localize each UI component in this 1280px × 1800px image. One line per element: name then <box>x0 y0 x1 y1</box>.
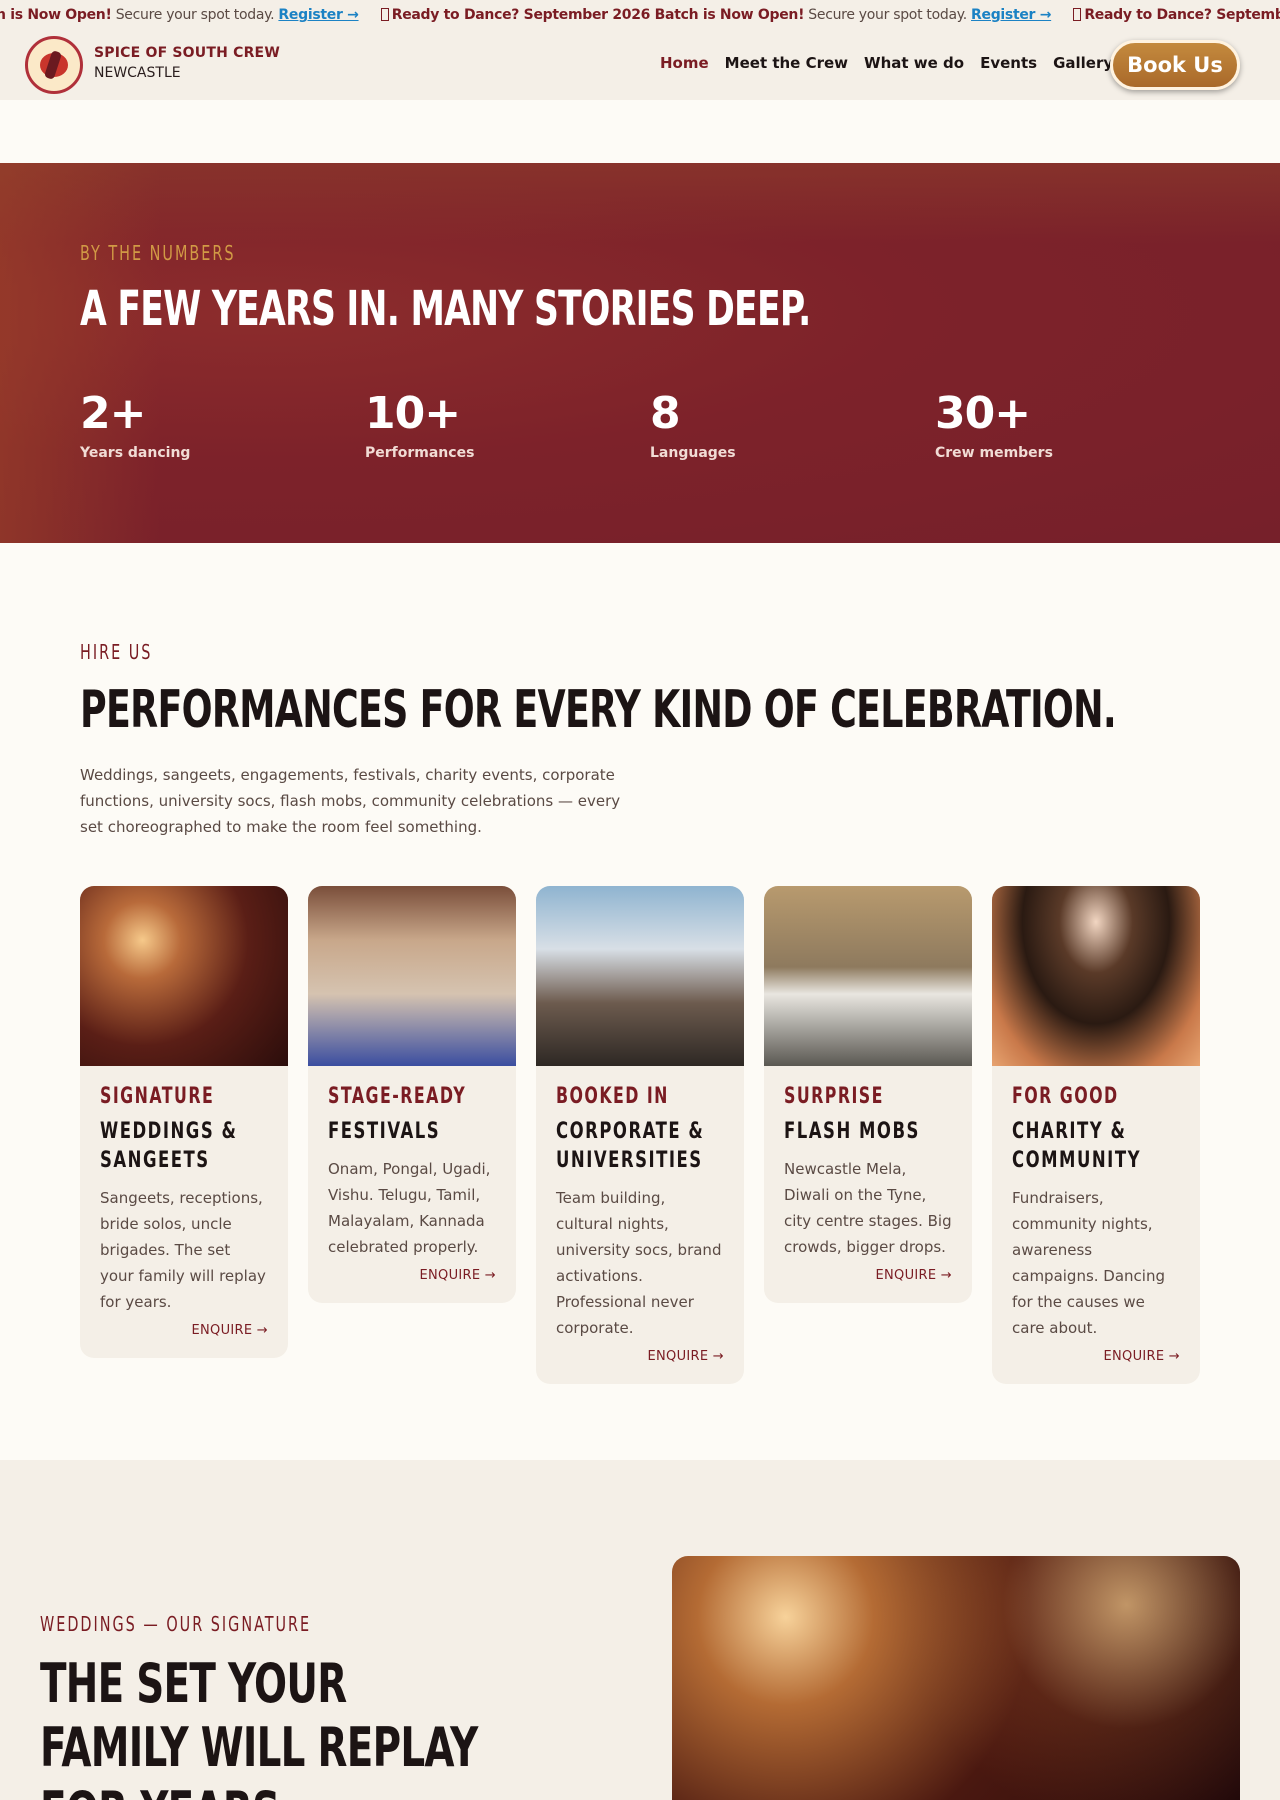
hire-description: Weddings, sangeets, engagements, festiva… <box>80 766 621 836</box>
charity-photo <box>992 886 1200 1066</box>
weddings-photo <box>80 886 288 1066</box>
hire-eyebrow: HIRE US <box>80 640 153 664</box>
ticker-item: Ready to Dance? September 2026 Batch <box>1067 0 1280 30</box>
stat-value: 8 <box>650 388 681 439</box>
register-link[interactable]: Register → <box>971 7 1051 23</box>
card-title: FESTIVALS <box>328 1119 441 1144</box>
ticker-item: Ready to Dance? September 2026 Batch is … <box>375 0 1051 30</box>
nav-what-we-do[interactable]: What we do <box>864 54 964 72</box>
service-card-corporate[interactable]: BOOKED IN CORPORATE & UNIVERSITIES Team … <box>536 886 744 1384</box>
stat-label: Performances <box>365 445 475 461</box>
enquire-link[interactable]: ENQUIRE → <box>1012 1349 1180 1364</box>
stat-label: Years dancing <box>80 445 191 461</box>
weddings-eyebrow: WEDDINGS — OUR SIGNATURE <box>40 1612 312 1636</box>
announcement-ticker: h is Now Open! Secure your spot today. R… <box>0 0 1280 30</box>
weddings-title: THE SET YOUR FAMILY WILL REPLAY FOR YEAR… <box>40 1652 478 1800</box>
ticker-lead: Ready to Dance? September 2026 Batch <box>1084 7 1280 23</box>
nav-gallery[interactable]: Gallery <box>1053 54 1113 72</box>
card-kicker: SIGNATURE <box>100 1084 215 1109</box>
nav-events[interactable]: Events <box>980 54 1037 72</box>
card-title: FLASH MOBS <box>784 1119 920 1144</box>
ticker-text: Secure your spot today. <box>111 7 279 23</box>
main-nav: Home Meet the Crew What we do Events Gal… <box>660 54 1129 72</box>
card-kicker: BOOKED IN <box>556 1084 669 1109</box>
card-description: Sangeets, receptions, bride solos, uncle… <box>100 1189 266 1311</box>
service-card-weddings[interactable]: SIGNATURE WEDDINGS & SANGEETS Sangeets, … <box>80 886 288 1358</box>
card-description: Onam, Pongal, Ugadi, Vishu. Telugu, Tami… <box>328 1160 491 1256</box>
site-header: SPICE OF SOUTH CREW NEWCASTLE Home Meet … <box>0 30 1280 100</box>
service-card-charity[interactable]: FOR GOOD CHARITY & COMMUNITY Fundraisers… <box>992 886 1200 1384</box>
stat-label: Crew members <box>935 445 1053 461</box>
service-card-festivals[interactable]: STAGE-READY FESTIVALS Onam, Pongal, Ugad… <box>308 886 516 1303</box>
enquire-link[interactable]: ENQUIRE → <box>556 1349 724 1364</box>
stat-languages: 8 Languages <box>650 388 736 461</box>
enquire-link[interactable]: ENQUIRE → <box>328 1268 496 1283</box>
flash-mob-photo <box>764 886 972 1066</box>
stat-years: 2+ Years dancing <box>80 388 190 461</box>
service-card-flash-mobs[interactable]: SURPRISE FLASH MOBS Newcastle Mela, Diwa… <box>764 886 972 1303</box>
stat-performances: 10+ Performances <box>365 388 474 461</box>
section-title: A FEW YEARS IN. MANY STORIES DEEP. <box>80 281 811 337</box>
ticker-text: Secure your spot today. <box>804 7 972 23</box>
ticker-item: h is Now Open! Secure your spot today. R… <box>0 0 359 30</box>
stat-label: Languages <box>650 445 736 461</box>
card-kicker: STAGE-READY <box>328 1084 467 1109</box>
section-eyebrow: BY THE NUMBERS <box>80 241 236 265</box>
card-title: WEDDINGS & SANGEETS <box>100 1119 238 1173</box>
stat-value: 30+ <box>935 388 1031 439</box>
ticker-lead: h is Now Open! <box>0 7 112 23</box>
book-us-button[interactable]: Book Us <box>1110 40 1240 90</box>
enquire-link[interactable]: ENQUIRE → <box>100 1323 268 1338</box>
card-title: CORPORATE & UNIVERSITIES <box>556 1119 705 1173</box>
nav-home[interactable]: Home <box>660 54 709 72</box>
hire-title: PERFORMANCES FOR EVERY KIND OF CELEBRATI… <box>80 680 1117 740</box>
card-description: Newcastle Mela, Diwali on the Tyne, city… <box>784 1160 952 1256</box>
register-link[interactable]: Register → <box>278 7 358 23</box>
nav-meet-the-crew[interactable]: Meet the Crew <box>725 54 848 72</box>
ticker-lead: Ready to Dance? September 2026 Batch is … <box>391 7 805 23</box>
card-kicker: FOR GOOD <box>1012 1084 1119 1109</box>
numbers-section: BY THE NUMBERS A FEW YEARS IN. MANY STOR… <box>0 163 1280 543</box>
stat-value: 10+ <box>365 388 461 439</box>
brand-city: NEWCASTLE <box>94 65 181 81</box>
brand-name[interactable]: SPICE OF SOUTH CREW <box>94 45 280 61</box>
stat-crew: 30+ Crew members <box>935 388 1053 461</box>
missing-glyph-icon <box>380 8 389 21</box>
festivals-photo <box>308 886 516 1066</box>
card-kicker: SURPRISE <box>784 1084 884 1109</box>
stat-value: 2+ <box>80 388 146 439</box>
card-description: Fundraisers, community nights, awareness… <box>1012 1189 1166 1337</box>
corporate-photo <box>536 886 744 1066</box>
card-description: Team building, cultural nights, universi… <box>556 1189 722 1337</box>
missing-glyph-icon <box>1073 8 1082 21</box>
enquire-link[interactable]: ENQUIRE → <box>784 1268 952 1283</box>
crew-logo[interactable] <box>25 36 83 94</box>
weddings-feature-photo <box>672 1556 1240 1800</box>
card-title: CHARITY & COMMUNITY <box>1012 1119 1142 1173</box>
